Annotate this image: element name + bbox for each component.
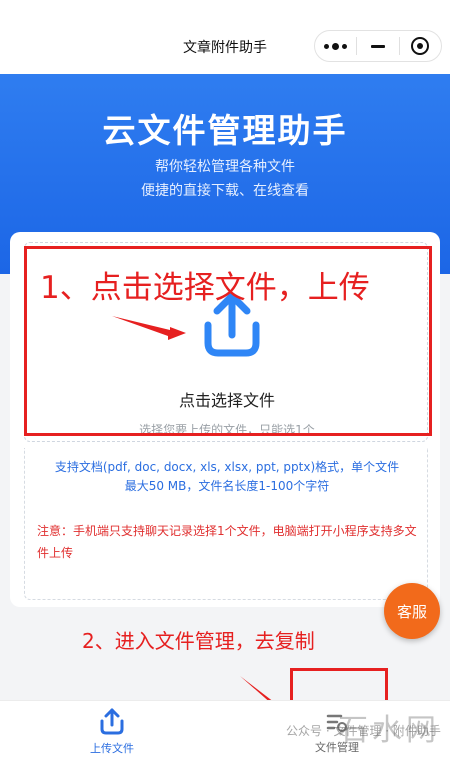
formats-line-2: 最大50 MB，文件名长度1-100个字符: [124, 479, 330, 493]
upload-notice: 注意：手机端只支持聊天记录选择1个文件，电脑端打开小程序支持多文件上传: [37, 524, 417, 560]
minus-icon[interactable]: [357, 31, 398, 61]
watermark-text: 公众号 · 文件管理 · 附件助手: [286, 724, 441, 738]
tab-upload-file[interactable]: 上传文件: [80, 707, 144, 759]
hero-subtitle-2: 便捷的直接下载、在线查看: [141, 183, 309, 199]
mini-program-capsule: [314, 30, 442, 62]
hero-subtitle-1: 帮你轻松管理各种文件: [155, 159, 295, 175]
more-dots-icon[interactable]: [315, 31, 356, 61]
hero-title: 云文件管理助手: [102, 111, 348, 150]
upload-info-area: 支持文档(pdf, doc, docx, xls, xlsx, ppt, ppt…: [24, 448, 428, 600]
upload-icon: [100, 708, 124, 735]
annotation-step-2: 2、进入文件管理，去复制: [82, 629, 315, 653]
tab-upload-label: 上传文件: [90, 742, 134, 755]
annotation-step-1: 1、点击选择文件，上传: [40, 270, 370, 306]
target-circle-icon[interactable]: [400, 31, 441, 61]
supported-formats-text: 支持文档(pdf, doc, docx, xls, xlsx, ppt, ppt…: [45, 458, 409, 496]
customer-service-button[interactable]: 客服: [384, 583, 440, 639]
formats-line-1: 支持文档(pdf, doc, docx, xls, xlsx, ppt, ppt…: [54, 460, 400, 474]
top-navbar: 文章附件助手: [0, 0, 450, 74]
